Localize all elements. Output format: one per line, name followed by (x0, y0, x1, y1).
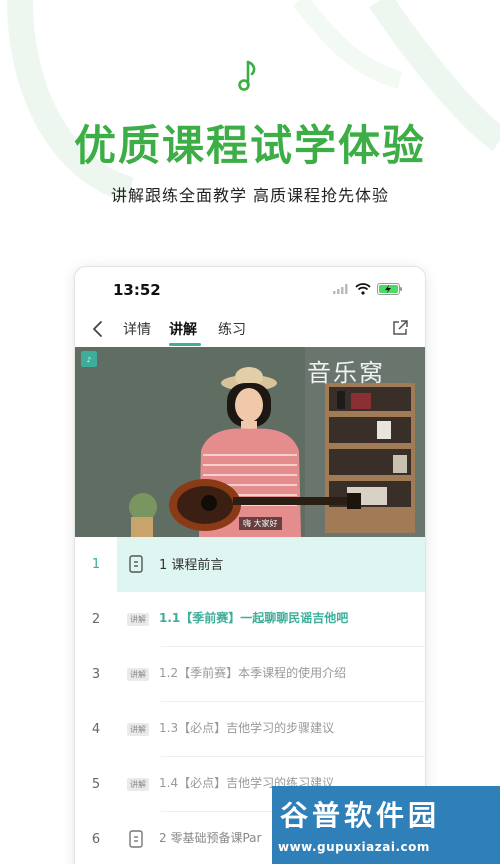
lesson-type-badge: 讲解 (127, 723, 149, 736)
lesson-type-badge: 讲解 (127, 613, 149, 626)
lesson-number: 4 (75, 702, 117, 757)
watermark: 谷普软件园 www.gupuxiazai.com (272, 786, 500, 864)
watermark-url: www.gupuxiazai.com (278, 840, 430, 854)
lesson-nav: 详情 讲解 练习 (75, 313, 425, 347)
lesson-number: 6 (75, 812, 117, 864)
back-arrow-icon[interactable] (89, 318, 107, 340)
status-time: 13:52 (113, 281, 161, 299)
lesson-type-badge: 讲解 (127, 778, 149, 791)
video-sign-text: 音乐窝 (307, 359, 385, 387)
lesson-row[interactable]: 2 讲解 1.1【季前赛】一起聊聊民谣吉他吧 (75, 592, 425, 647)
wifi-icon (355, 283, 371, 295)
lesson-number: 5 (75, 757, 117, 812)
lesson-number: 2 (75, 592, 117, 647)
status-icons (333, 283, 403, 295)
lesson-title: 1.2【季前赛】本季课程的使用介绍 (159, 666, 347, 680)
document-icon (129, 555, 143, 573)
tab-practice[interactable]: 练习 (218, 319, 246, 339)
music-note-icon (238, 60, 256, 91)
lesson-title: 1.1【季前赛】一起聊聊民谣吉他吧 (159, 611, 349, 625)
active-tab-indicator (169, 343, 201, 346)
lesson-title: 1 课程前言 (159, 558, 224, 573)
channel-logo-icon: ♪ (81, 351, 97, 367)
svg-text:♪: ♪ (87, 356, 91, 364)
share-icon[interactable] (391, 319, 409, 337)
lesson-content: 讲解 1.1【季前赛】一起聊聊民谣吉他吧 (117, 592, 425, 647)
lesson-content: 讲解 1.3【必点】吉他学习的步骤建议 (117, 702, 425, 757)
lesson-content: 讲解 1.2【季前赛】本季课程的使用介绍 (117, 647, 425, 702)
video-player[interactable]: ♪ 音乐窝 嗨 大家好 (75, 347, 425, 537)
document-icon (129, 830, 143, 848)
watermark-text: 谷普软件园 (280, 799, 441, 832)
lesson-content: 1 课程前言 (117, 537, 425, 592)
lesson-number: 3 (75, 647, 117, 702)
tab-explain[interactable]: 讲解 (169, 319, 197, 339)
video-subtitle: 嗨 大家好 (239, 517, 282, 530)
lesson-title: 2 零基础预备课Par (159, 831, 262, 845)
lesson-row[interactable]: 1 1 课程前言 (75, 537, 425, 592)
phone-screen: 13:52 详情 讲解 练习 ♪ 音乐窝 嗨 大家好 1 1 课程前言 2 讲解… (74, 266, 426, 864)
lesson-type-badge: 讲解 (127, 668, 149, 681)
battery-charging-icon (377, 283, 402, 295)
lesson-row[interactable]: 3 讲解 1.2【季前赛】本季课程的使用介绍 (75, 647, 425, 702)
promo-subline: 讲解跟练全面教学 高质课程抢先体验 (110, 186, 390, 205)
lesson-title: 1.3【必点】吉他学习的步骤建议 (159, 721, 335, 735)
lesson-row[interactable]: 4 讲解 1.3【必点】吉他学习的步骤建议 (75, 702, 425, 757)
tab-details[interactable]: 详情 (123, 319, 151, 339)
promo-headline: 优质课程试学体验 (73, 121, 426, 170)
lesson-number: 1 (75, 537, 117, 592)
signal-icon (333, 284, 348, 294)
status-bar: 13:52 (75, 267, 425, 313)
